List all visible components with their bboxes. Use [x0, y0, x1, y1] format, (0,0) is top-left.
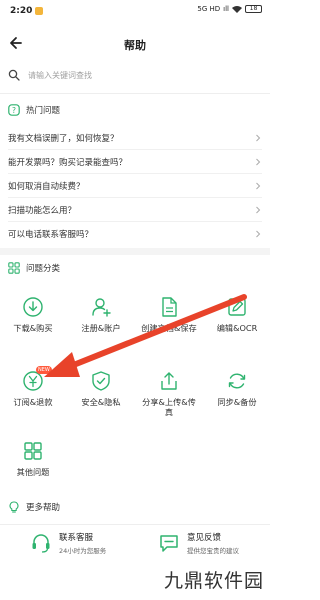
hot-questions-header: ? 热门问题 — [8, 104, 60, 116]
category-register-account[interactable]: 注册&账户 — [68, 296, 134, 333]
category-label: 安全&隐私 — [81, 397, 121, 407]
chevron-right-icon — [256, 230, 261, 238]
chevron-right-icon — [256, 182, 261, 189]
edit-icon — [228, 298, 246, 316]
feedback-icon — [160, 535, 178, 552]
headset-icon — [32, 534, 50, 553]
status-bar: 2:20 5G HD ıll 18 — [0, 0, 270, 24]
new-badge: NEW — [36, 366, 52, 374]
category-other[interactable]: 其他问题 — [0, 440, 66, 477]
app-header: 帮助 — [0, 26, 270, 62]
faq-item[interactable]: 扫描功能怎么用？ — [8, 198, 262, 222]
section-gap — [0, 248, 270, 255]
status-indicators: 5G HD ıll 18 — [197, 5, 262, 13]
categories-title: 问题分类 — [26, 264, 61, 274]
wifi-icon — [232, 6, 242, 13]
feedback-button[interactable]: 意见反馈 提供您宝贵的建议 — [158, 531, 239, 555]
search-input[interactable] — [28, 70, 228, 80]
faq-item[interactable]: 可以电话联系客服吗？ — [8, 222, 262, 246]
signal-icon: ıll — [223, 5, 229, 13]
download-icon — [23, 297, 43, 317]
category-label: 分享&上传&传真 — [142, 397, 196, 417]
battery-icon: 18 — [245, 5, 262, 13]
category-download-purchase[interactable]: 下载&购买 — [0, 296, 66, 333]
grid-icon — [24, 442, 42, 460]
category-create-save[interactable]: 创建文档&保存 — [136, 296, 202, 333]
category-share-upload-fax[interactable]: 分享&上传&传真 — [136, 370, 202, 417]
lightbulb-icon — [9, 501, 19, 513]
page-title: 帮助 — [124, 39, 146, 52]
hot-questions-title: 热门问题 — [26, 106, 61, 116]
bottom-help-bar: 联系客服 24小时为您服务 意见反馈 提供您宝贵的建议 — [0, 524, 270, 560]
svg-text:?: ? — [12, 106, 16, 115]
divider — [0, 93, 270, 94]
document-icon — [162, 297, 177, 317]
faq-item-label: 能开发票吗？购买记录能查吗？ — [8, 157, 128, 168]
grid-icon — [8, 262, 20, 274]
category-security-privacy[interactable]: 安全&隐私 — [68, 370, 134, 407]
feedback-subtitle: 提供您宝贵的建议 — [187, 547, 239, 555]
contact-support-button[interactable]: 联系客服 24小时为您服务 — [30, 531, 106, 555]
feedback-title: 意见反馈 — [187, 533, 222, 543]
faq-item-label: 扫描功能怎么用？ — [8, 205, 77, 216]
sync-icon — [228, 373, 246, 389]
faq-item[interactable]: 如何取消自动续费？ — [8, 174, 262, 198]
categories-header: 问题分类 — [8, 262, 60, 274]
category-label: 下载&购买 — [13, 323, 53, 333]
category-label: 同步&备份 — [217, 397, 257, 407]
faq-item[interactable]: 我有文档误删了，如何恢复？ — [8, 126, 262, 150]
more-help-title: 更多帮助 — [26, 503, 61, 513]
network-label: 5G HD — [197, 5, 221, 13]
category-label: 编辑&OCR — [216, 323, 258, 333]
question-circle-icon: ? — [8, 104, 20, 116]
chevron-right-icon — [256, 158, 261, 165]
share-icon — [161, 372, 177, 390]
faq-item-label: 可以电话联系客服吗？ — [8, 230, 94, 240]
category-edit-ocr[interactable]: 编辑&OCR — [204, 296, 270, 333]
status-time: 2:20 — [10, 6, 33, 16]
category-label: 创建文档&保存 — [141, 323, 197, 333]
faq-item-label: 我有文档误删了，如何恢复？ — [8, 133, 119, 144]
contact-title: 联系客服 — [59, 533, 94, 543]
contact-subtitle: 24小时为您服务 — [59, 547, 107, 555]
add-user-icon — [92, 298, 111, 317]
more-help-header: 更多帮助 — [8, 501, 60, 513]
watermark-text: 九鼎软件园 — [163, 570, 264, 592]
notification-icon — [35, 7, 43, 15]
chevron-right-icon — [256, 206, 261, 213]
chevron-right-icon — [256, 134, 261, 141]
shield-icon — [92, 371, 110, 391]
category-sync-backup[interactable]: 同步&备份 — [204, 370, 270, 407]
category-label: 其他问题 — [16, 467, 50, 477]
faq-item[interactable]: 能开发票吗？购买记录能查吗？ — [8, 150, 262, 174]
category-label: 注册&账户 — [81, 323, 121, 333]
search-icon — [8, 69, 20, 81]
faq-item-label: 如何取消自动续费？ — [8, 181, 85, 192]
search-bar[interactable] — [8, 65, 262, 85]
category-subscription-refund[interactable]: 订阅&退款 — [0, 370, 66, 407]
category-label: 订阅&退款 — [13, 397, 53, 407]
